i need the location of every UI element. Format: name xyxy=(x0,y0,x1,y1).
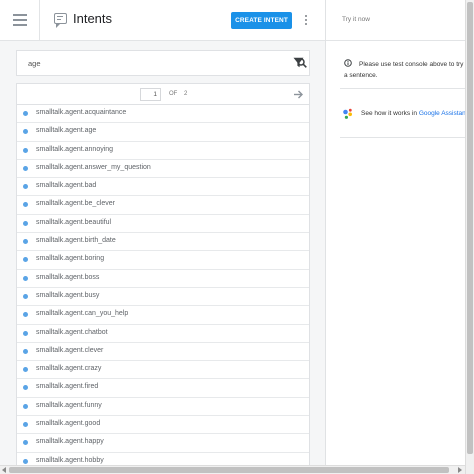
intent-status-dot xyxy=(23,275,28,281)
intent-name[interactable]: smalltalk.agent.happy xyxy=(36,438,104,445)
intent-status-dot xyxy=(23,202,28,208)
search-input[interactable]: age xyxy=(16,50,310,76)
intent-status-dot xyxy=(23,458,28,464)
page-title: Intents xyxy=(73,11,113,26)
vertical-scrollbar[interactable] xyxy=(465,0,474,474)
intent-name[interactable]: smalltalk.agent.good xyxy=(36,420,100,427)
divider xyxy=(340,88,466,89)
intent-status-dot xyxy=(23,385,28,391)
intent-name[interactable]: smalltalk.agent.answer_my_question xyxy=(36,164,151,171)
intent-name[interactable]: smalltalk.agent.acquaintance xyxy=(36,109,126,116)
intent-status-dot xyxy=(23,165,28,171)
intent-row[interactable]: smalltalk.agent.clever xyxy=(17,343,309,362)
intent-name[interactable]: smalltalk.agent.funny xyxy=(36,402,102,409)
intent-row[interactable]: smalltalk.agent.acquaintance xyxy=(17,105,309,124)
filter-icon[interactable] xyxy=(293,57,304,68)
intent-row[interactable]: smalltalk.agent.can_you_help xyxy=(17,306,309,325)
intent-row[interactable]: smalltalk.agent.bad xyxy=(17,178,309,197)
intent-row[interactable]: smalltalk.agent.age xyxy=(17,123,309,142)
intent-status-dot xyxy=(23,367,28,373)
intent-name[interactable]: smalltalk.agent.boring xyxy=(36,255,104,262)
intent-row[interactable]: smalltalk.agent.good xyxy=(17,416,309,435)
intent-row[interactable]: smalltalk.agent.birth_date xyxy=(17,233,309,252)
intent-status-dot xyxy=(23,111,28,116)
intent-row[interactable]: smalltalk.agent.boring xyxy=(17,251,309,270)
intent-status-dot xyxy=(23,257,28,263)
intent-status-dot xyxy=(23,312,28,318)
intent-status-dot xyxy=(23,239,28,245)
intent-name[interactable]: smalltalk.agent.beautiful xyxy=(36,219,111,226)
intent-row[interactable]: smalltalk.agent.beautiful xyxy=(17,215,309,234)
divider xyxy=(340,137,466,138)
intent-status-dot xyxy=(23,440,28,446)
intent-status-dot xyxy=(23,422,28,428)
intent-name[interactable]: smalltalk.agent.bad xyxy=(36,182,96,189)
google-assistant-icon xyxy=(343,108,352,119)
intent-row[interactable]: smalltalk.agent.happy xyxy=(17,434,309,453)
try-it-header: Try it now xyxy=(326,0,466,41)
intent-name[interactable]: smalltalk.agent.boss xyxy=(36,274,99,281)
intent-row[interactable]: smalltalk.agent.chatbot xyxy=(17,325,309,343)
chat-bubble-icon xyxy=(54,13,67,28)
pagination-total: 2 xyxy=(184,91,188,97)
intent-status-dot xyxy=(23,220,28,226)
intent-row[interactable]: smalltalk.agent.hobby xyxy=(17,453,309,465)
intent-row[interactable]: smalltalk.agent.funny xyxy=(17,398,309,417)
pagination-of-label: OF xyxy=(169,91,178,97)
try-it-label[interactable]: Try it now xyxy=(342,16,370,23)
info-message: Please use test console above to try a s… xyxy=(344,61,464,79)
vertical-scrollbar-thumb[interactable] xyxy=(467,2,473,454)
intent-name[interactable]: smalltalk.agent.age xyxy=(36,127,96,134)
intent-status-dot xyxy=(23,184,28,190)
intent-name[interactable]: smalltalk.agent.can_you_help xyxy=(36,310,128,317)
intent-name[interactable]: smalltalk.agent.fired xyxy=(36,383,98,390)
intent-row[interactable]: smalltalk.agent.boss xyxy=(17,270,309,288)
intent-status-dot xyxy=(23,330,28,336)
intent-row[interactable]: smalltalk.agent.fired xyxy=(17,379,309,398)
search-input-value: age xyxy=(28,59,41,68)
intent-row[interactable]: smalltalk.agent.be_clever xyxy=(17,196,309,215)
horizontal-scrollbar-thumb[interactable] xyxy=(9,467,449,473)
google-assistant-link[interactable]: Google Assistant. xyxy=(419,110,470,117)
intents-app: Intents CREATE INTENT age 1 OF 2 smallta… xyxy=(0,0,325,465)
intent-row[interactable]: smalltalk.agent.crazy xyxy=(17,361,309,380)
pagination-bar: 1 OF 2 xyxy=(16,83,310,105)
intent-list: smalltalk.agent.acquaintance smalltalk.ag… xyxy=(16,105,310,465)
intent-status-dot xyxy=(23,403,28,409)
intent-name[interactable]: smalltalk.agent.annoying xyxy=(36,146,113,153)
intent-name[interactable]: smalltalk.agent.crazy xyxy=(36,365,101,372)
top-bar: Intents CREATE INTENT xyxy=(0,0,325,41)
page-number-input[interactable]: 1 xyxy=(140,88,161,101)
assistant-promo: See how it works in Google Assistant. xyxy=(361,110,469,117)
intent-name[interactable]: smalltalk.agent.hobby xyxy=(36,457,104,464)
hamburger-line xyxy=(13,24,27,26)
intent-name[interactable]: smalltalk.agent.busy xyxy=(36,292,99,299)
arrow-right-icon[interactable] xyxy=(293,89,304,100)
intent-row[interactable]: smalltalk.agent.annoying xyxy=(17,142,309,160)
scroll-left-arrow[interactable] xyxy=(2,467,6,473)
intent-row[interactable]: smalltalk.agent.busy xyxy=(17,288,309,307)
intent-row[interactable]: smalltalk.agent.answer_my_question xyxy=(17,160,309,179)
more-vert-icon[interactable] xyxy=(302,12,310,29)
hamburger-line xyxy=(13,14,27,16)
try-it-panel: Try it now Please use test console above… xyxy=(325,0,469,465)
intent-name[interactable]: smalltalk.agent.clever xyxy=(36,347,103,354)
intent-status-dot xyxy=(23,348,28,354)
intent-name[interactable]: smalltalk.agent.be_clever xyxy=(36,200,115,207)
hamburger-line xyxy=(13,19,27,21)
intent-status-dot xyxy=(23,129,28,135)
horizontal-scrollbar[interactable] xyxy=(0,465,465,474)
intent-status-dot xyxy=(23,293,28,299)
hamburger-menu-button[interactable] xyxy=(0,0,40,40)
assistant-prefix: See how it works in xyxy=(361,110,419,117)
create-intent-button[interactable]: CREATE INTENT xyxy=(231,12,292,29)
intent-name[interactable]: smalltalk.agent.chatbot xyxy=(36,329,108,336)
intent-status-dot xyxy=(23,147,28,153)
scroll-right-arrow[interactable] xyxy=(458,467,462,473)
intent-name[interactable]: smalltalk.agent.birth_date xyxy=(36,237,116,244)
